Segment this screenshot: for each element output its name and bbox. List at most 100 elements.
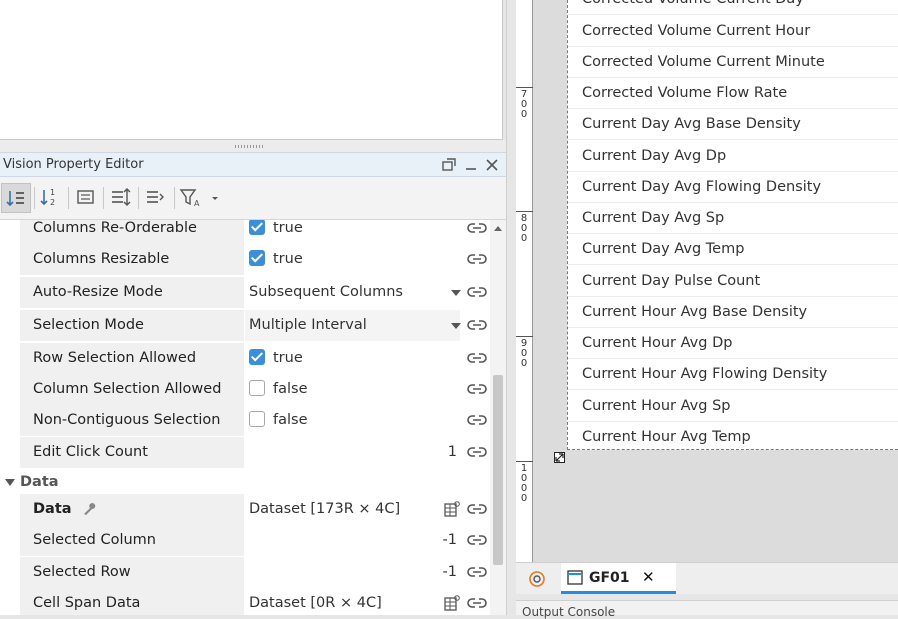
list-component[interactable]: Corrected Volume Current Day Corrected V… xyxy=(567,0,898,450)
property-row-column-selection-allowed[interactable]: Column Selection Allowed false xyxy=(0,374,490,405)
link-binding-icon[interactable] xyxy=(466,595,488,611)
link-binding-icon[interactable] xyxy=(466,532,488,548)
tab-label: GF01 xyxy=(589,570,630,586)
link-binding-icon[interactable] xyxy=(466,381,488,397)
filter-button[interactable]: A xyxy=(176,183,206,213)
property-value[interactable]: false xyxy=(245,405,460,436)
property-value[interactable]: false xyxy=(245,374,460,405)
svg-text:2: 2 xyxy=(50,198,55,207)
checkbox-checked-icon[interactable] xyxy=(249,348,265,365)
property-row-columns-resizable[interactable]: Columns Resizable true xyxy=(0,244,490,275)
collapse-triangle-icon[interactable] xyxy=(5,479,15,486)
chevron-down-icon[interactable] xyxy=(451,323,461,329)
link-binding-icon[interactable] xyxy=(466,564,488,580)
scrollbar-thumb[interactable] xyxy=(493,375,503,565)
section-header-data[interactable]: Data xyxy=(0,470,490,496)
minimize-icon[interactable] xyxy=(462,156,480,174)
checkbox-checked-icon[interactable] xyxy=(249,220,265,235)
sort-categorized-button[interactable] xyxy=(1,183,31,213)
checkbox-checked-icon[interactable] xyxy=(249,249,265,266)
property-row-non-contiguous-selection[interactable]: Non-Contiguous Selection false xyxy=(0,405,490,436)
property-row-selected-row[interactable]: Selected Row -1 xyxy=(0,557,490,588)
property-row-selected-column[interactable]: Selected Column -1 xyxy=(0,525,490,556)
property-row-selection-mode[interactable]: Selection Mode Multiple Interval xyxy=(0,310,490,341)
close-panel-icon[interactable] xyxy=(483,156,501,174)
property-value[interactable]: true xyxy=(245,220,460,244)
panel-splitter[interactable] xyxy=(0,140,506,152)
list-item[interactable]: Corrected Volume Current Hour xyxy=(568,16,898,47)
list-item[interactable]: Current Hour Avg Temp xyxy=(568,422,898,449)
checkbox-unchecked-icon[interactable] xyxy=(249,410,265,427)
list-item[interactable]: Current Hour Avg Dp xyxy=(568,328,898,359)
property-value-text: false xyxy=(273,412,308,428)
list-item[interactable]: Corrected Volume Flow Rate xyxy=(568,78,898,109)
designer-canvas[interactable]: Corrected Volume Current Day Corrected V… xyxy=(533,0,898,562)
property-row-columns-reorderable[interactable]: Columns Re-Orderable true xyxy=(0,220,490,244)
list-item[interactable]: Current Hour Avg Flowing Density xyxy=(568,359,898,390)
ruler-label: 9 0 0 xyxy=(520,338,528,369)
filter-dropdown-icon[interactable] xyxy=(210,195,220,203)
link-binding-icon[interactable] xyxy=(466,220,488,236)
section-title: Data xyxy=(20,474,59,490)
list-item[interactable]: Corrected Volume Current Minute xyxy=(568,47,898,78)
property-name: Data xyxy=(20,494,244,525)
property-name: Non-Contiguous Selection xyxy=(20,405,244,436)
list-item[interactable]: Current Day Avg Base Density xyxy=(568,109,898,140)
tab-close-icon[interactable]: ✕ xyxy=(642,568,655,586)
splitter-grip[interactable] xyxy=(235,145,265,148)
property-value[interactable]: Dataset [173R × 4C] xyxy=(245,494,460,525)
selected-column-field[interactable]: -1 xyxy=(245,525,460,556)
link-binding-icon[interactable] xyxy=(466,501,488,517)
project-browser-icon[interactable] xyxy=(528,570,546,588)
link-binding-icon[interactable] xyxy=(466,412,488,428)
auto-resize-mode-select[interactable]: Subsequent Columns xyxy=(245,277,460,308)
link-binding-icon[interactable] xyxy=(466,284,488,300)
property-value-text: true xyxy=(273,251,303,267)
link-binding-icon[interactable] xyxy=(466,350,488,366)
property-value[interactable]: true xyxy=(245,244,460,275)
show-descriptions-button[interactable] xyxy=(71,183,101,213)
list-item[interactable]: Current Day Avg Sp xyxy=(568,203,898,234)
list-item[interactable]: Current Day Avg Temp xyxy=(568,234,898,265)
property-row-data[interactable]: Data Dataset [173R × 4C] xyxy=(0,494,490,525)
list-item[interactable]: Current Day Avg Flowing Density xyxy=(568,172,898,203)
list-item[interactable]: Corrected Volume Current Day xyxy=(568,0,898,15)
float-window-icon[interactable] xyxy=(440,156,458,174)
property-row-cell-span-data[interactable]: Cell Span Data Dataset [0R × 4C] xyxy=(0,588,490,615)
link-binding-icon[interactable] xyxy=(466,317,488,333)
link-binding-icon[interactable] xyxy=(466,251,488,267)
list-item[interactable]: Current Day Pulse Count xyxy=(568,266,898,297)
selection-mode-select[interactable]: Multiple Interval xyxy=(245,310,460,341)
list-item[interactable]: Current Day Avg Dp xyxy=(568,141,898,172)
vertical-divider[interactable] xyxy=(506,0,516,615)
list-item[interactable]: Current Hour Avg Sp xyxy=(568,391,898,422)
window-tab-bar: GF01 ✕ xyxy=(516,562,898,594)
scroll-up-icon[interactable] xyxy=(494,226,502,231)
property-row-auto-resize-mode[interactable]: Auto-Resize Mode Subsequent Columns xyxy=(0,277,490,308)
window-preview-area xyxy=(0,0,503,140)
link-binding-icon[interactable] xyxy=(466,444,488,460)
property-row-edit-click-count[interactable]: Edit Click Count 1 xyxy=(0,437,490,468)
resize-handle-icon[interactable] xyxy=(554,452,565,463)
property-name-text: Data xyxy=(33,501,72,517)
ruler-label: 1 0 0 0 xyxy=(520,463,528,504)
output-console-title: Output Console xyxy=(522,605,616,619)
dataset-viewer-icon[interactable] xyxy=(444,595,460,611)
chevron-down-icon[interactable] xyxy=(451,290,461,296)
property-value[interactable]: true xyxy=(245,343,460,374)
property-table-scrollbar[interactable] xyxy=(490,220,506,615)
checkbox-unchecked-icon[interactable] xyxy=(249,379,265,396)
edit-click-count-field[interactable]: 1 xyxy=(245,437,460,468)
sort-alphabetical-button[interactable]: 1 2 xyxy=(36,183,66,213)
property-value[interactable]: Dataset [0R × 4C] xyxy=(245,588,460,615)
output-console-panel[interactable]: Output Console xyxy=(516,600,898,619)
property-row-row-selection-allowed[interactable]: Row Selection Allowed true xyxy=(0,343,490,374)
wrench-icon[interactable] xyxy=(81,502,97,516)
tab-gf01[interactable]: GF01 ✕ xyxy=(561,563,676,594)
list-item[interactable]: Current Hour Avg Base Density xyxy=(568,297,898,328)
expand-all-button[interactable] xyxy=(106,183,136,213)
selected-row-field[interactable]: -1 xyxy=(245,557,460,588)
ruler-label: 8 0 0 xyxy=(520,213,528,244)
collapse-all-button[interactable] xyxy=(141,183,171,213)
dataset-viewer-icon[interactable] xyxy=(444,501,460,517)
